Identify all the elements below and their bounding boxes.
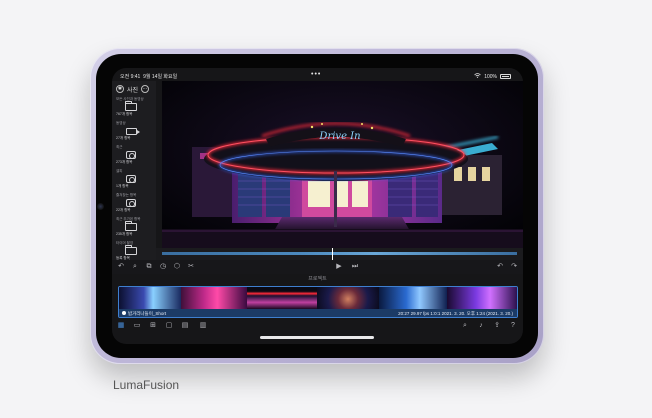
album-item[interactable]: 셀피 1개 항목 <box>116 169 154 191</box>
folder-icon <box>125 101 137 111</box>
skip-forward-icon[interactable]: ⏭ <box>350 262 360 272</box>
clock-icon[interactable]: ◷ <box>158 262 168 272</box>
photo-icon <box>126 151 136 159</box>
undo-icon[interactable]: ↶ <box>116 262 126 272</box>
storage-icon[interactable]: ▥ <box>198 321 208 331</box>
media-library-panel: ✱ 사진 ⋯ 모든 사진과 동영상 767개 항목 동영상 27개 항목 최근 … <box>112 81 156 263</box>
more-options-icon[interactable]: ⋯ <box>141 85 150 93</box>
drive-in-sign: Drive In <box>318 131 360 142</box>
album-item[interactable]: 동영상 27개 항목 <box>116 121 154 143</box>
library-icon[interactable]: ▦ <box>116 321 126 331</box>
battery-icon <box>500 74 511 79</box>
undo-edit-icon[interactable]: ↶ <box>495 262 505 272</box>
share-icon[interactable]: ⇪ <box>492 321 502 331</box>
clip-thumbnail <box>181 287 247 309</box>
search-icon[interactable]: ⌕ <box>130 262 140 272</box>
razor-icon[interactable]: ✂ <box>186 262 196 272</box>
album-item[interactable]: 최근 추가된 항목 235개 항목 <box>116 217 154 239</box>
playhead[interactable] <box>332 248 333 260</box>
clip-thumbnail <box>119 287 181 309</box>
app-name-caption: LumaFusion <box>113 378 180 392</box>
project-label: 프로젝트 <box>308 276 327 282</box>
battery-percent: 100% <box>484 73 497 80</box>
clip-metadata: 20:27 29.97 fps 1:0:1 2021. 3. 20. 오후 1:… <box>398 311 513 316</box>
audio-waveform <box>162 252 517 255</box>
media-panel-title: 사진 <box>127 87 139 94</box>
front-camera-icon <box>97 203 104 210</box>
drive-in-scene: TICKET Drive In <box>162 81 523 251</box>
edit-toolbar: ↶ ⌕ ⧉ ◷ ⬡ ✂ ▶ ⏭ ↶ ↷ <box>112 260 523 274</box>
status-time: 오전 9:41 9월 14일 화요일 <box>120 74 178 80</box>
album-item[interactable]: 최근 273개 항목 <box>116 145 154 167</box>
import-icon[interactable]: ▭ <box>132 321 142 331</box>
clip-thumbnail <box>317 287 379 309</box>
status-right: 100% <box>474 73 511 80</box>
app-screen: 오전 9:41 9월 14일 화요일 ••• 100% ✱ 사진 ⋯ 모든 사진… <box>112 68 523 344</box>
layers-icon[interactable]: ⧉ <box>144 262 154 272</box>
marker-icon[interactable]: ⬡ <box>172 262 182 272</box>
home-indicator[interactable] <box>260 336 374 339</box>
mic-icon[interactable]: ♪ <box>476 321 486 331</box>
folder-icon <box>125 221 137 231</box>
play-icon[interactable]: ▶ <box>334 262 344 272</box>
bottom-toolbar: ▦ ▭ ⊞ ▢ ▤ ▥ ⌕ ♪ ⇪ ? <box>112 321 523 333</box>
folder-icon <box>125 245 137 255</box>
status-bar: 오전 9:41 9월 14일 화요일 ••• 100% <box>112 68 523 82</box>
help-icon[interactable]: ? <box>508 321 518 331</box>
clip-record-icon <box>122 311 126 315</box>
search-clip-icon[interactable]: ⌕ <box>460 321 470 331</box>
multitasking-dots-icon[interactable]: ••• <box>311 71 321 78</box>
video-preview[interactable]: TICKET Drive In <box>162 81 523 251</box>
album-item[interactable]: 즐겨찾는 항목 22개 항목 <box>116 193 154 215</box>
wifi-icon <box>474 73 481 80</box>
clip-info-bar: 밤거리나들이_Short 20:27 29.97 fps 1:0:1 2021.… <box>119 309 517 317</box>
video-camera-icon <box>125 127 140 135</box>
media-panel-header: ✱ 사진 ⋯ <box>116 84 156 94</box>
title-icon[interactable]: ▢ <box>164 321 174 331</box>
photo-icon <box>126 199 136 207</box>
media-source-icon[interactable]: ✱ <box>116 85 124 93</box>
clip-thumbnail <box>379 287 447 309</box>
audio-icon[interactable]: ▤ <box>180 321 190 331</box>
clip-name: 밤거리나들이_Short <box>128 311 167 316</box>
clip-thumbnail <box>247 287 317 309</box>
redo-edit-icon[interactable]: ↷ <box>509 262 519 272</box>
photo-icon <box>126 175 136 183</box>
album-item[interactable]: 모든 사진과 동영상 767개 항목 <box>116 97 154 119</box>
add-clip-icon[interactable]: ⊞ <box>148 321 158 331</box>
clip-thumbnail <box>447 287 517 309</box>
timeline-clip[interactable]: 밤거리나들이_Short 20:27 29.97 fps 1:0:1 2021.… <box>118 286 518 318</box>
clip-thumbnails <box>119 287 517 309</box>
timeline-scrubber[interactable] <box>156 248 523 260</box>
